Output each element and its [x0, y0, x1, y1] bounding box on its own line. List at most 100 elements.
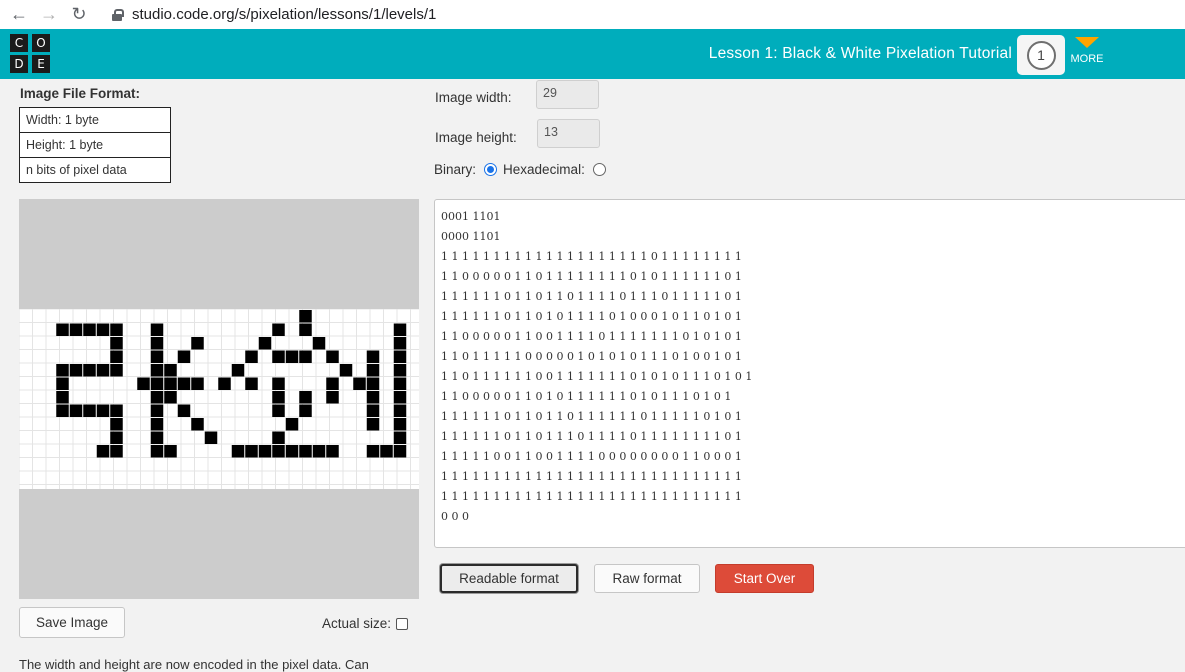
pixel-cell — [150, 431, 164, 444]
pixel-cell — [272, 404, 285, 417]
level-selector[interactable]: 1 — [1017, 35, 1065, 75]
pixel-cell — [69, 364, 83, 377]
reload-icon[interactable]: ↻ — [68, 4, 90, 26]
pixel-cell — [96, 404, 110, 417]
pixel-cell — [110, 418, 123, 431]
data-line: 1 1 0 1 1 1 1 1 0 0 0 0 0 1 0 1 0 1 0 1 … — [441, 350, 742, 363]
pixel-cell — [56, 364, 69, 377]
pixel-cell — [299, 323, 312, 336]
pixel-cell — [312, 445, 326, 458]
pixel-cell — [299, 310, 312, 323]
forward-arrow-icon[interactable]: → — [38, 4, 60, 26]
data-line: 1 1 1 1 1 1 1 1 1 1 1 1 1 1 1 1 1 1 1 1 … — [441, 250, 742, 263]
data-line: 1 1 0 0 0 0 0 1 1 0 1 1 1 1 1 1 1 1 0 1 … — [441, 270, 742, 283]
pixel-cell — [272, 377, 285, 390]
pixel-cell — [110, 445, 123, 458]
pixel-data-textarea[interactable]: 0001 1101 0000 1101 1 1 1 1 1 1 1 1 1 1 1 … — [434, 199, 1185, 548]
pixel-cell — [204, 431, 218, 444]
pixel-cell — [56, 391, 69, 404]
lesson-header: C O D E Lesson 1: Black & White Pixelati… — [0, 29, 1185, 79]
pixel-cell — [150, 377, 164, 390]
pixel-cell — [393, 391, 407, 404]
pixel-cell — [366, 445, 380, 458]
pixel-cell — [299, 445, 312, 458]
pixel-cell — [326, 350, 339, 363]
pixel-cell — [245, 377, 258, 390]
hexadecimal-radio[interactable] — [592, 163, 606, 176]
save-image-button[interactable]: Save Image — [19, 607, 125, 638]
pixel-cell — [393, 445, 407, 458]
binary-radio[interactable] — [484, 163, 498, 176]
pixel-cell — [272, 431, 285, 444]
back-arrow-icon[interactable]: ← — [8, 4, 30, 26]
pixel-cell — [272, 323, 285, 336]
pixel-cell — [191, 418, 204, 431]
image-width-input[interactable]: 29 — [536, 80, 599, 109]
pixel-cell — [272, 445, 285, 458]
image-width-label: Image width: — [435, 90, 512, 105]
data-line: 1 1 1 1 1 1 0 1 1 0 1 1 1 0 1 1 1 1 0 1 … — [441, 430, 742, 443]
pixel-cell — [110, 404, 123, 417]
pixel-cell — [177, 377, 191, 390]
pixel-cell — [366, 404, 380, 417]
pixel-cell — [177, 404, 191, 417]
pixel-cell — [245, 445, 258, 458]
pixel-cell — [150, 350, 164, 363]
pixel-cell — [393, 377, 407, 390]
image-height-input[interactable]: 13 — [537, 119, 600, 148]
data-line: 0001 1101 — [441, 210, 501, 223]
pixel-cell — [245, 350, 258, 363]
format-row-width: Width: 1 byte — [19, 107, 171, 133]
readable-format-button[interactable]: Readable format — [440, 564, 578, 593]
pixel-cell — [393, 350, 407, 363]
binary-label: Binary: — [434, 162, 477, 177]
pixel-cell — [339, 364, 353, 377]
actual-size-toggle[interactable]: Actual size: — [322, 616, 409, 631]
pixel-cell — [150, 337, 164, 350]
actual-size-checkbox[interactable] — [396, 617, 409, 630]
address-field[interactable]: studio.code.org/s/pixelation/lessons/1/l… — [112, 6, 436, 23]
code-org-logo[interactable]: C O D E — [10, 34, 54, 74]
lesson-title[interactable]: Lesson 1: Black & White Pixelation Tutor… — [709, 45, 1012, 63]
more-button[interactable]: MORE — [1067, 37, 1107, 65]
pixel-cell — [150, 418, 164, 431]
browser-url-bar: ← → ↻ studio.code.org/s/pixelation/lesso… — [0, 0, 1185, 29]
pixel-cell — [393, 404, 407, 417]
start-over-button[interactable]: Start Over — [715, 564, 814, 593]
pixel-cell — [353, 377, 366, 390]
data-line: 1 1 1 1 1 1 1 1 1 1 1 1 1 1 1 1 1 1 1 1 … — [441, 470, 742, 483]
instructions-text: The width and height are now encoded in … — [19, 657, 369, 672]
file-format-title: Image File Format: — [20, 86, 141, 101]
pixel-cell — [191, 337, 204, 350]
more-label: MORE — [1070, 53, 1104, 65]
pixel-cell — [312, 337, 326, 350]
pixel-cell — [96, 323, 110, 336]
pixel-cell — [164, 391, 177, 404]
format-row-pixel-data: n bits of pixel data — [19, 157, 171, 183]
pixel-cell — [69, 323, 83, 336]
logo-letter-e: E — [32, 55, 50, 73]
pixel-cell — [366, 377, 380, 390]
data-line: 1 1 0 0 0 0 0 1 1 0 0 1 1 1 1 0 1 1 1 1 … — [441, 330, 742, 343]
data-line: 0000 1101 — [441, 230, 501, 243]
pixel-cell — [366, 418, 380, 431]
pixel-cell — [110, 350, 123, 363]
data-line: 1 1 1 1 1 1 0 1 1 0 1 1 0 1 1 1 1 0 1 1 … — [441, 290, 742, 303]
pixel-cell — [366, 350, 380, 363]
data-line: 1 1 1 1 1 1 1 1 1 1 1 1 1 1 1 1 1 1 1 1 … — [441, 490, 742, 503]
level-number[interactable]: 1 — [1026, 40, 1056, 70]
pixel-cell — [83, 404, 96, 417]
pixel-cell — [56, 404, 69, 417]
url-text: studio.code.org/s/pixelation/lessons/1/l… — [132, 6, 437, 23]
pixel-cell — [258, 337, 272, 350]
chevron-down-icon — [1075, 37, 1099, 48]
raw-format-button[interactable]: Raw format — [594, 564, 700, 593]
pixel-cell — [150, 391, 164, 404]
data-line: 0 0 0 — [441, 510, 469, 523]
pixel-cell — [110, 431, 123, 444]
logo-letter-o: O — [32, 34, 50, 52]
data-line: 1 1 1 1 1 1 0 1 1 0 1 0 1 1 1 1 0 1 0 0 … — [441, 310, 742, 323]
logo-letter-d: D — [10, 55, 28, 73]
file-format-table: Width: 1 byte Height: 1 byte n bits of p… — [19, 107, 171, 183]
actual-size-label: Actual size: — [322, 616, 392, 631]
